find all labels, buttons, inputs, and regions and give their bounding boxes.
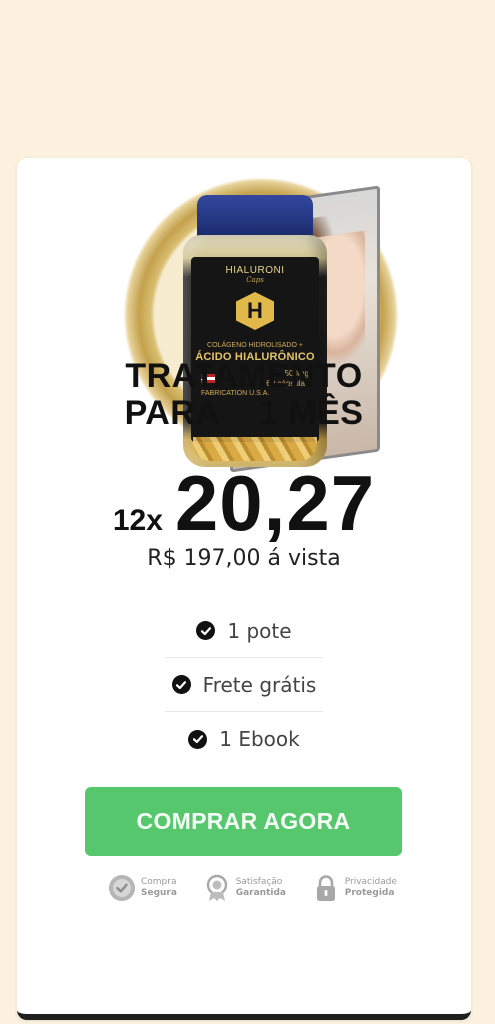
list-item: 1 Ebook bbox=[165, 712, 323, 766]
badge-privacy: Privacidade Protegida bbox=[311, 873, 397, 903]
check-circle-icon bbox=[171, 675, 191, 694]
offer-title-line2: PARA 1 MÊS bbox=[124, 394, 364, 432]
badge-line1: Satisfação bbox=[235, 877, 283, 887]
feature-label: 1 Ebook bbox=[219, 727, 300, 751]
jar-brand: HIALURONI bbox=[225, 265, 285, 276]
feature-label: 1 pote bbox=[227, 618, 292, 643]
installments-prefix: 12x bbox=[112, 504, 163, 537]
buy-now-button[interactable]: COMPRAR AGORA bbox=[85, 787, 402, 856]
cash-price: R$ 197,00 á vista bbox=[147, 546, 341, 571]
check-circle-icon bbox=[196, 621, 216, 640]
offer-title-line1: TRATAMENTO bbox=[125, 357, 363, 395]
badge-satisfaction: Satisfação Garantida bbox=[202, 873, 286, 903]
badge-line2: Garantida bbox=[235, 888, 286, 898]
list-item: Frete grátis bbox=[165, 658, 323, 712]
offer-title: TRATAMENTO PARA 1 MÊS bbox=[17, 358, 471, 432]
offer-card: HIALURONI Caps H COLÁGENO HIDROLISADO + … bbox=[17, 158, 471, 1020]
badge-line1: Compra bbox=[141, 877, 177, 887]
badge-line2: Protegida bbox=[344, 888, 395, 898]
badge-secure-purchase: Compra Segura bbox=[107, 873, 177, 903]
badge-line1: Privacidade bbox=[344, 877, 397, 887]
check-circle-icon bbox=[188, 729, 208, 749]
jar-line1: COLÁGENO HIDROLISADO + bbox=[207, 342, 303, 349]
installment-value: 20,27 bbox=[174, 459, 376, 547]
shield-check-icon bbox=[109, 875, 135, 901]
list-item: 1 pote bbox=[165, 604, 323, 658]
price-block: 12x 20,27 bbox=[17, 458, 471, 549]
trust-badges: Compra Segura Satisfação Garantida Priva… bbox=[107, 873, 397, 903]
lock-icon bbox=[316, 875, 335, 901]
brand-logo-icon: H bbox=[236, 292, 274, 330]
feature-list: 1 pote Frete grátis 1 Ebook bbox=[165, 604, 323, 766]
jar-brand-sub: Caps bbox=[246, 276, 264, 284]
feature-label: Frete grátis bbox=[202, 672, 317, 697]
medal-icon bbox=[206, 874, 227, 901]
badge-line2: Segura bbox=[141, 888, 177, 898]
